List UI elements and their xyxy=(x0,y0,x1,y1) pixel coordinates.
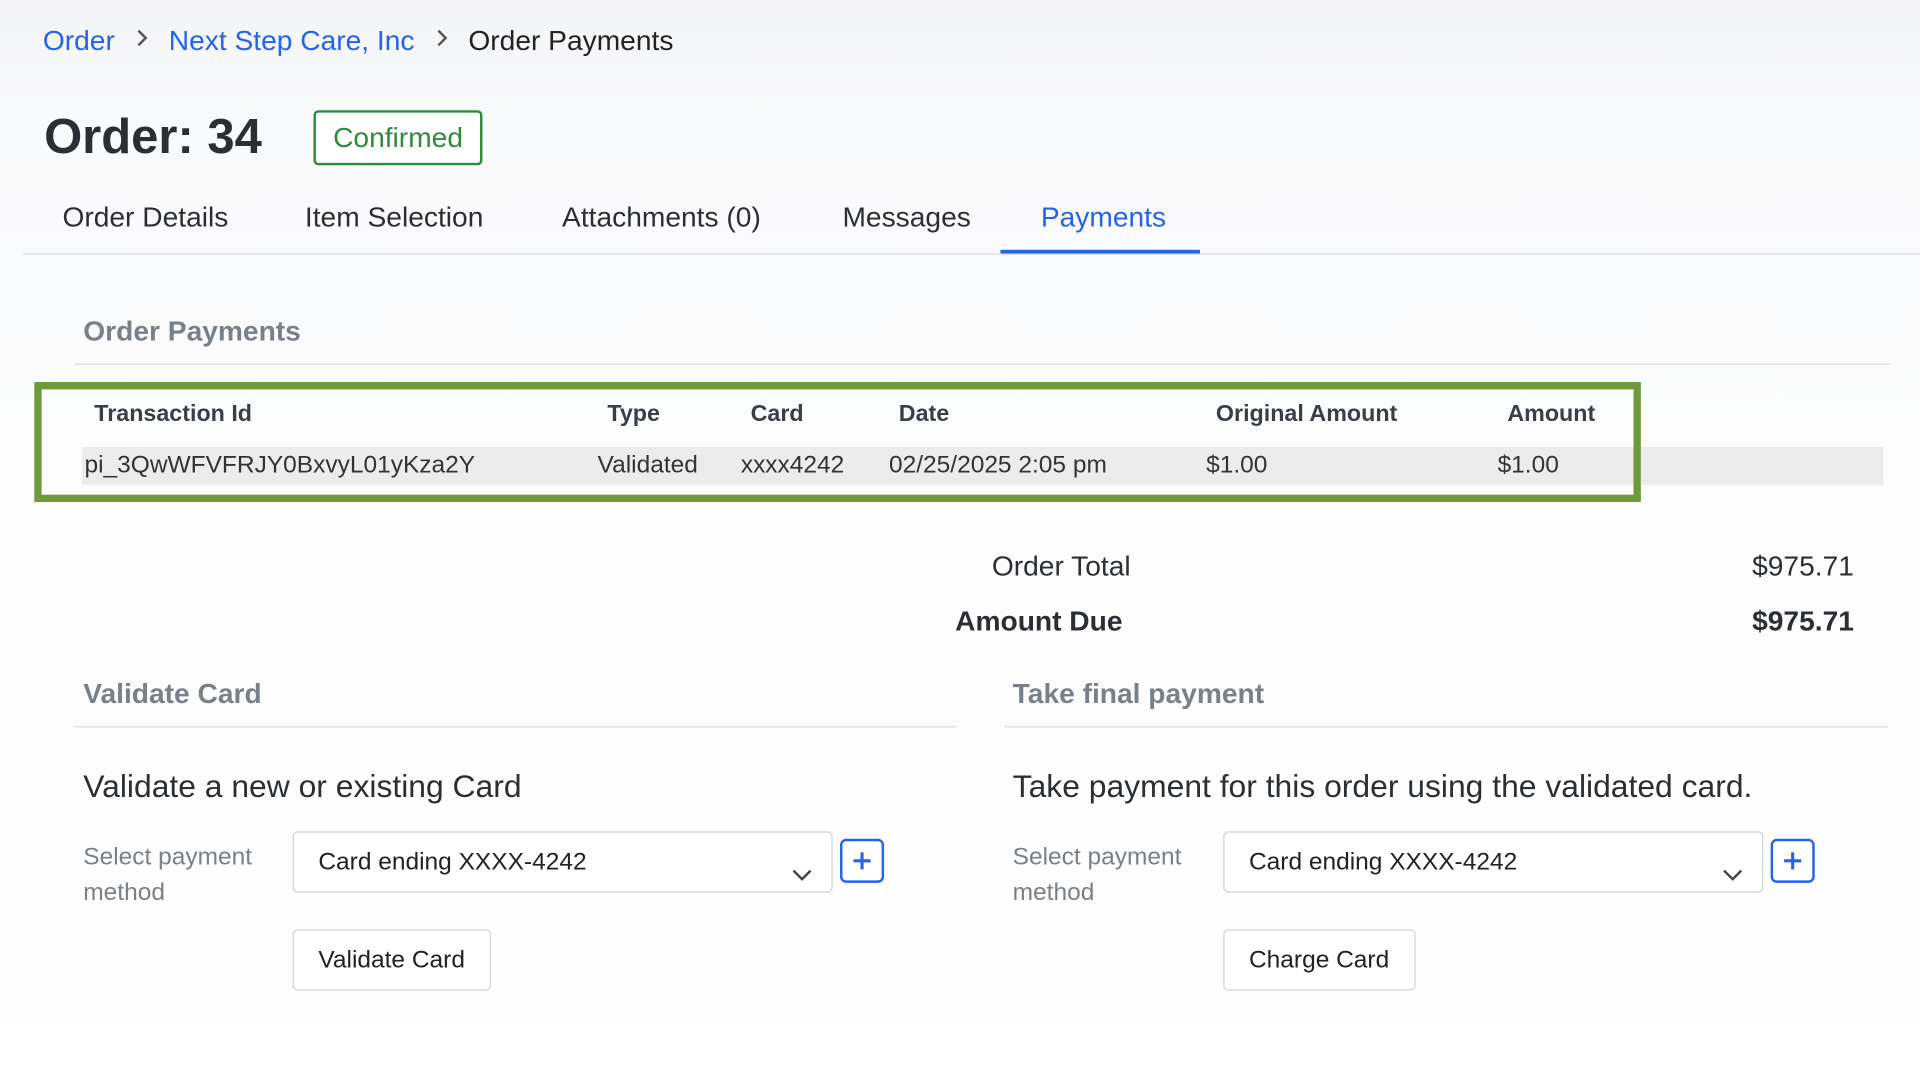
validate-payment-method-select[interactable]: Card ending XXXX-4242 xyxy=(292,831,833,893)
order-total-value: $975.71 xyxy=(1752,549,1854,582)
chevron-right-icon xyxy=(134,27,149,55)
validate-card-heading: Validate Card xyxy=(83,677,262,709)
amount-due-label: Amount Due xyxy=(955,604,1123,637)
payment-method-label: Select payment method xyxy=(83,843,253,907)
tab-bar: Order Details Item Selection Attachments… xyxy=(23,196,1920,255)
breadcrumb-order-link[interactable]: Order xyxy=(43,24,115,57)
highlight-box xyxy=(34,382,1641,503)
divider xyxy=(74,726,957,728)
final-payment-method-select[interactable]: Card ending XXXX-4242 xyxy=(1223,831,1764,893)
payment-method-label: Select payment method xyxy=(1012,843,1182,907)
divider xyxy=(1004,726,1889,728)
charge-card-button[interactable]: Charge Card xyxy=(1223,929,1415,991)
breadcrumb-current: Order Payments xyxy=(468,24,674,57)
add-payment-method-button[interactable] xyxy=(1770,838,1815,883)
final-payment-heading: Take final payment xyxy=(1012,677,1265,709)
plus-icon xyxy=(853,852,871,870)
tab-payments[interactable]: Payments xyxy=(1041,201,1166,234)
validate-card-subtitle: Validate a new or existing Card xyxy=(83,767,522,805)
divider xyxy=(74,363,1890,365)
tab-item-selection[interactable]: Item Selection xyxy=(305,201,483,234)
chevron-right-icon xyxy=(434,27,449,55)
final-payment-subtitle: Take payment for this order using the va… xyxy=(1012,767,1753,805)
chevron-down-icon xyxy=(790,850,814,881)
order-total-label: Order Total xyxy=(991,549,1131,582)
selected-value: Card ending XXXX-4242 xyxy=(1248,848,1518,876)
breadcrumb: Order Next Step Care, Inc Order Payments xyxy=(43,24,674,57)
amount-due-value: $975.71 xyxy=(1752,604,1854,637)
tab-order-details[interactable]: Order Details xyxy=(62,201,228,234)
add-payment-method-button[interactable] xyxy=(840,838,885,883)
status-badge: Confirmed xyxy=(313,110,483,166)
active-tab-indicator xyxy=(1000,249,1201,254)
selected-value: Card ending XXXX-4242 xyxy=(318,848,587,876)
plus-icon xyxy=(1784,852,1802,870)
tab-messages[interactable]: Messages xyxy=(842,201,970,234)
breadcrumb-customer-link[interactable]: Next Step Care, Inc xyxy=(169,24,415,57)
page-title: Order: 34 xyxy=(44,110,262,165)
validate-card-button[interactable]: Validate Card xyxy=(292,929,491,991)
tab-attachments[interactable]: Attachments (0) xyxy=(562,201,761,234)
order-payments-heading: Order Payments xyxy=(83,314,301,347)
chevron-down-icon xyxy=(1720,850,1744,881)
